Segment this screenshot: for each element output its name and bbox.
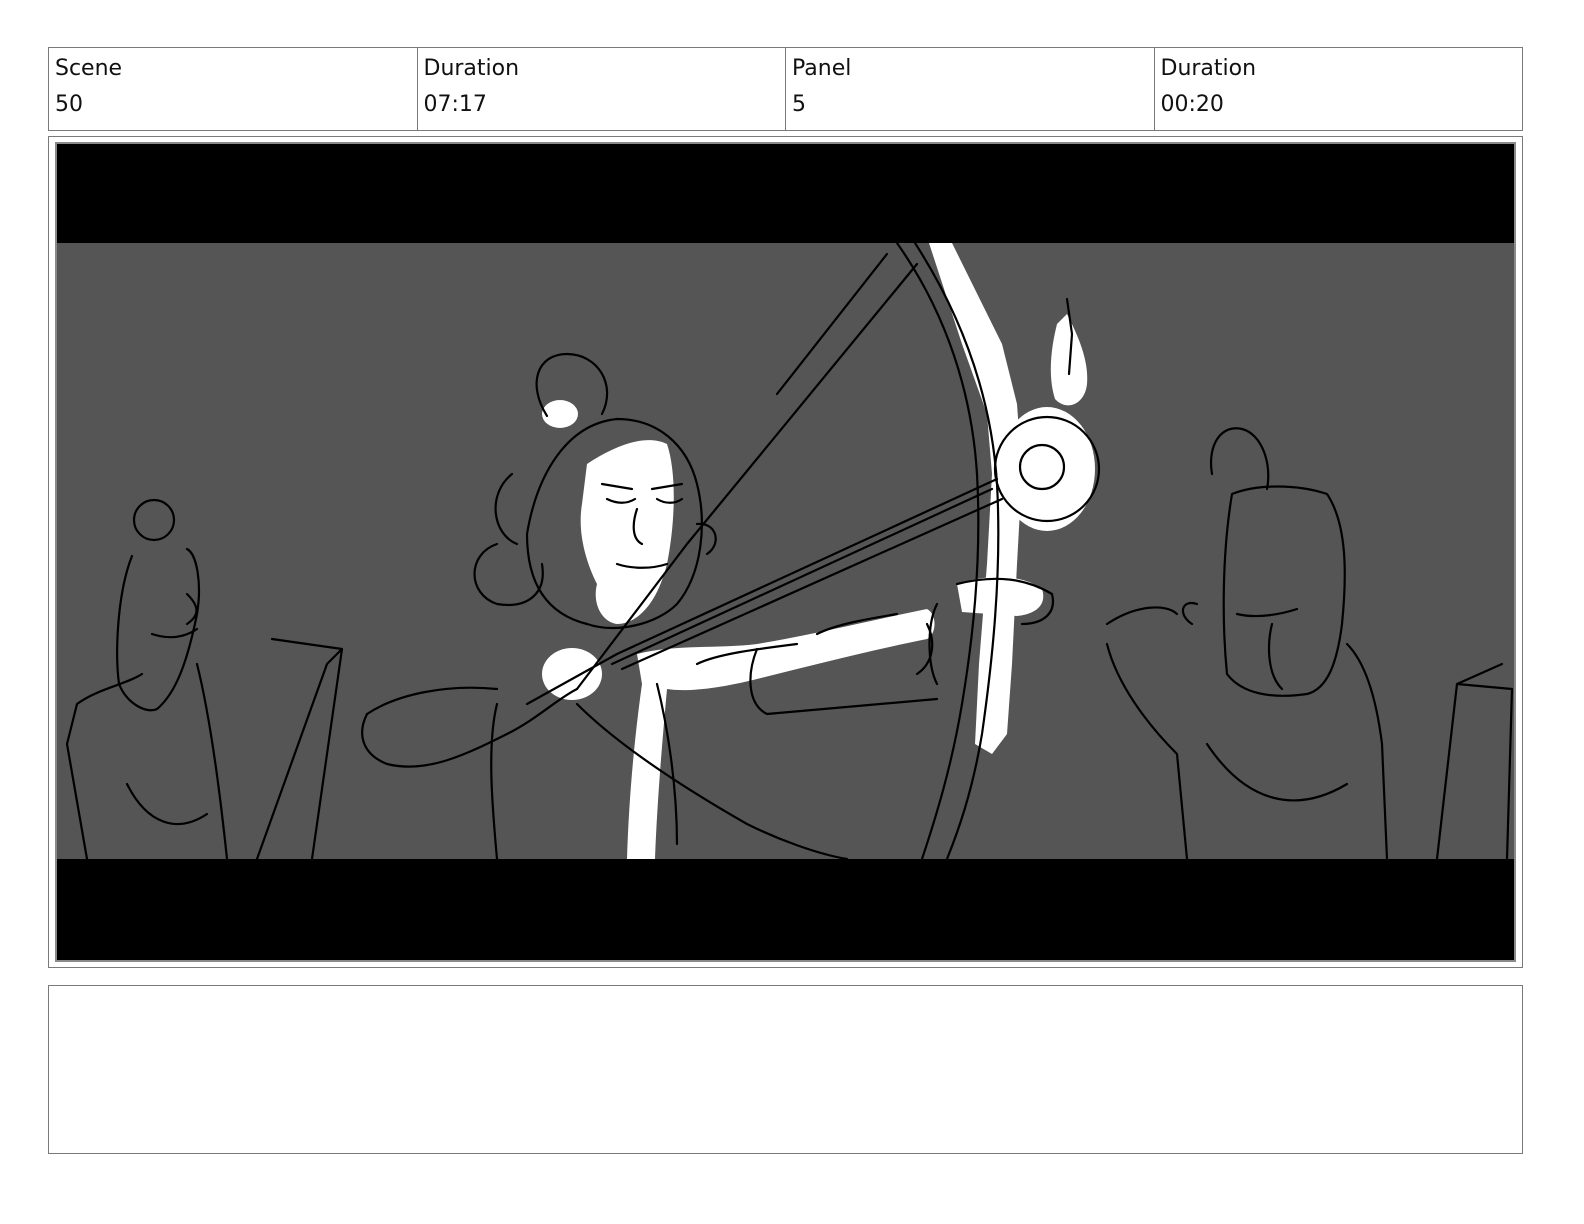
scene-cell: Scene 50 <box>49 48 417 130</box>
storyboard-sketch <box>55 142 1516 962</box>
scene-duration-value: 07:17 <box>423 92 487 117</box>
storyboard-panel-frame <box>48 136 1523 968</box>
panel-cell: Panel 5 <box>785 48 1154 130</box>
panel-duration-value: 00:20 <box>1160 92 1224 117</box>
scene-duration-cell: Duration 07:17 <box>416 48 786 130</box>
sketch-background <box>57 243 1514 859</box>
scene-duration-label: Duration <box>423 56 520 81</box>
panel-notes <box>48 985 1523 1154</box>
panel-duration-label: Duration <box>1160 56 1257 81</box>
sketch-canvas <box>57 144 1514 960</box>
panel-label: Panel <box>792 56 852 81</box>
panel-duration-cell: Duration 00:20 <box>1153 48 1523 130</box>
scene-value: 50 <box>55 92 83 117</box>
panel-value: 5 <box>792 92 806 117</box>
scene-info-table: Scene 50 Duration 07:17 Panel 5 Duration… <box>48 47 1523 131</box>
scene-label: Scene <box>55 56 123 81</box>
